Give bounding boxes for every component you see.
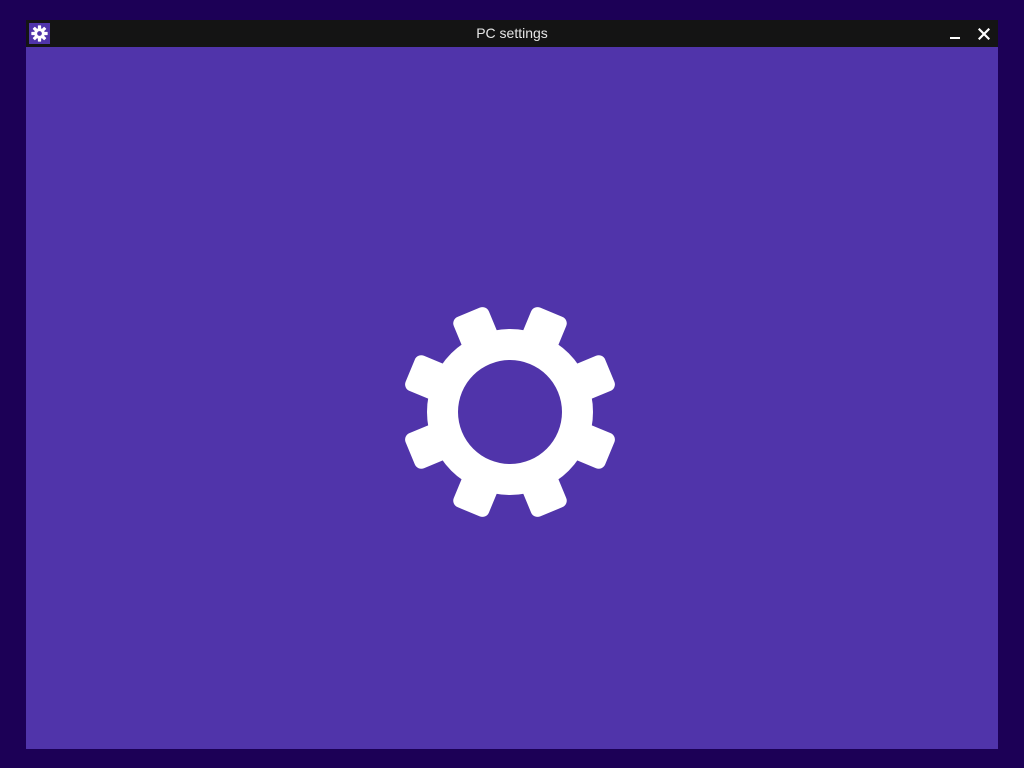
close-button[interactable] [970,20,998,47]
splash-screen [26,47,998,749]
title-bar[interactable]: PC settings [26,20,998,47]
minimize-button[interactable] [941,20,969,47]
minimize-icon [950,36,960,39]
pc-settings-window: PC settings [26,20,998,749]
close-icon [978,27,990,40]
window-title: PC settings [476,25,548,41]
gear-icon [405,307,615,517]
